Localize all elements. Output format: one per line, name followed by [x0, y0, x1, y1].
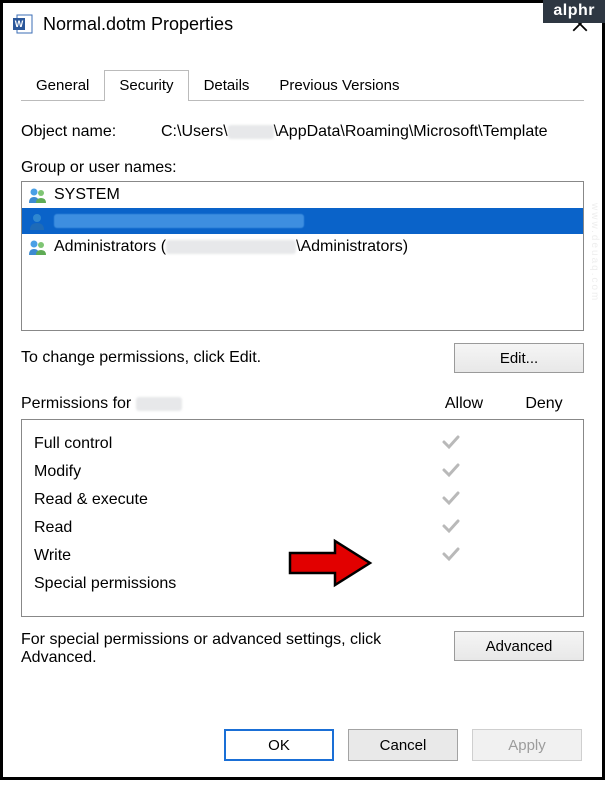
object-path-post: \AppData\Roaming\Microsoft\Template [274, 123, 548, 140]
group-icon [28, 186, 48, 204]
principal-name: SYSTEM [54, 186, 120, 204]
permission-row: Special permissions [34, 570, 571, 598]
object-name-label: Object name: [21, 123, 161, 141]
permission-name: Read [34, 519, 411, 537]
advanced-button[interactable]: Advanced [454, 631, 584, 661]
redacted-machine [166, 240, 296, 254]
allow-check [411, 434, 491, 455]
permission-row: Full control [34, 430, 571, 458]
allow-check [411, 462, 491, 483]
tab-general[interactable]: General [21, 70, 104, 101]
permission-row: Write [34, 542, 571, 570]
deny-col-header: Deny [504, 395, 584, 413]
alphr-badge: alphr [543, 0, 605, 23]
allow-check [411, 490, 491, 511]
allow-col-header: Allow [424, 395, 504, 413]
edit-button[interactable]: Edit... [454, 343, 584, 373]
object-name-row: Object name: C:\Users\ \AppData\Roaming\M… [21, 123, 584, 141]
cancel-button[interactable]: Cancel [348, 729, 458, 761]
principal-system[interactable]: SYSTEM [22, 182, 583, 208]
allow-check [411, 518, 491, 539]
permission-row: Modify [34, 458, 571, 486]
permission-row: Read [34, 514, 571, 542]
titlebar: W Normal.dotm Properties [3, 3, 602, 43]
advanced-hint: For special permissions or advanced sett… [21, 631, 454, 667]
group-user-label: Group or user names: [21, 159, 584, 177]
object-path: C:\Users\ \AppData\Roaming\Microsoft\Temp… [161, 123, 548, 141]
permission-name: Read & execute [34, 491, 411, 509]
permissions-header: Permissions for Allow Deny [21, 395, 584, 413]
permission-name: Modify [34, 463, 411, 481]
permissions-for-label: Permissions for [21, 395, 136, 412]
tab-strip: General Security Details Previous Versio… [21, 69, 584, 101]
object-path-pre: C:\Users\ [161, 123, 228, 140]
permission-row: Read & execute [34, 486, 571, 514]
edit-hint: To change permissions, click Edit. [21, 349, 454, 367]
principal-name-pre: Administrators ( [54, 238, 166, 256]
principals-listbox[interactable]: SYSTEM Administrators (\Administrato [21, 181, 584, 331]
svg-text:W: W [15, 19, 24, 29]
permissions-box: Full control Modify Read & execute Read Writ… [21, 419, 584, 617]
permission-name: Write [34, 547, 411, 565]
tab-security[interactable]: Security [104, 70, 188, 101]
redacted-username [228, 125, 274, 139]
ok-button[interactable]: OK [224, 729, 334, 761]
group-icon [28, 238, 48, 256]
user-icon [28, 212, 48, 230]
redacted-permfor [136, 397, 182, 411]
tab-details[interactable]: Details [189, 70, 265, 101]
window-title: Normal.dotm Properties [43, 14, 568, 35]
apply-button: Apply [472, 729, 582, 761]
dialog-buttons: OK Cancel Apply [224, 729, 582, 761]
permission-name: Special permissions [34, 575, 411, 593]
principal-administrators[interactable]: Administrators ( \Administrators) [22, 234, 583, 260]
tab-previous-versions[interactable]: Previous Versions [264, 70, 414, 101]
word-icon: W [13, 13, 35, 35]
allow-check [411, 546, 491, 567]
redacted-principal [54, 214, 304, 228]
principal-name-post: \Administrators) [296, 238, 408, 256]
principal-current-user[interactable] [22, 208, 583, 234]
permission-name: Full control [34, 435, 411, 453]
